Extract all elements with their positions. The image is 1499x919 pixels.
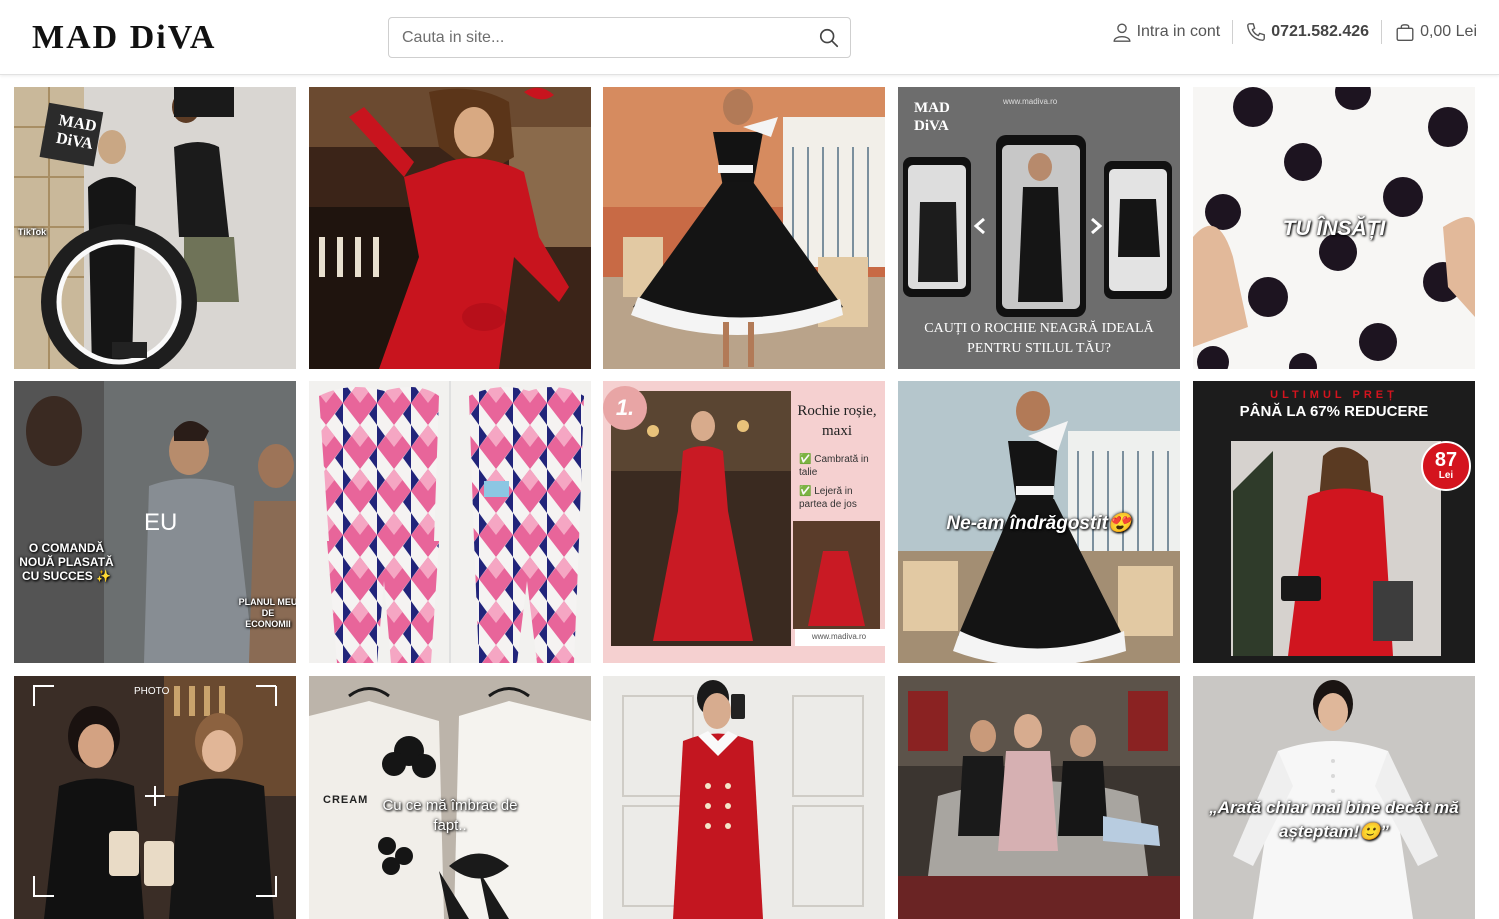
gallery-tile[interactable] <box>309 87 591 369</box>
gallery-tile[interactable]: CREAM Cu ce mă îmbrac de fapt.. <box>309 676 591 919</box>
gallery-tile[interactable] <box>309 381 591 663</box>
tile-caption: CAUȚI O ROCHIE NEAGRĂ IDEALĂ PENTRU STIL… <box>924 321 1154 356</box>
gallery-tile[interactable]: MAD DiVA TikTok <box>14 87 296 369</box>
phone-link[interactable]: 0721.582.426 <box>1245 21 1369 43</box>
divider <box>1232 20 1234 44</box>
tile-caption: „Arată chiar mai bine decât mă așteptam!… <box>1209 798 1459 841</box>
tile-site-text: www.madiva.ro <box>811 632 867 641</box>
tile-logo-text: MAD DiVA <box>54 111 98 153</box>
tile-caption: Cu ce mă îmbrac de fapt.. <box>382 797 518 834</box>
user-icon <box>1113 23 1131 42</box>
search-icon[interactable] <box>818 27 840 49</box>
price-value: 87 <box>1434 449 1458 471</box>
search-bar <box>388 17 851 58</box>
tile-image <box>14 676 296 919</box>
gallery-tile[interactable]: 1. Rochie roșie, maxi ✅ Cambrată in tali… <box>603 381 885 663</box>
phone-icon <box>1247 23 1266 41</box>
tile-image <box>898 676 1180 919</box>
tile-image <box>603 87 885 369</box>
tile-label: EU <box>144 509 178 536</box>
tile-label: PHOTO <box>134 686 170 697</box>
tile-image <box>1193 381 1475 663</box>
gallery-tile[interactable]: MAD DiVA www.madiva.ro CAUȚI O ROCHIE NE… <box>898 87 1180 369</box>
price-badge: 87 Lei <box>1421 441 1471 491</box>
gallery-tile[interactable]: EU O COMANDĂ NOUĂ PLASATĂ CU SUCCES ✨ PL… <box>14 381 296 663</box>
gallery-tile[interactable]: „Arată chiar mai bine decât mă așteptam!… <box>1193 676 1475 919</box>
tile-caption: Rochie roșie, maxi <box>797 403 877 439</box>
tile-caption: Ne-am îndrăgostit😍 <box>946 513 1132 534</box>
header-actions: Intra in cont 0721.582.426 0,00 Lei <box>1111 17 1477 47</box>
divider <box>1381 20 1383 44</box>
account-label: Intra in cont <box>1136 23 1221 40</box>
cart-total: 0,00 Lei <box>1420 23 1477 40</box>
tile-logo-text: MAD DiVA <box>914 100 950 134</box>
tile-image <box>603 676 885 919</box>
shopping-bag-icon <box>1396 24 1414 41</box>
tile-bullet: ✅ Cambrată in talie <box>799 454 869 478</box>
tile-label: PLANUL MEU DE ECONOMII <box>238 597 296 629</box>
tile-label: ULTIMUL PREȚ <box>1270 389 1398 401</box>
tile-caption: PÂNĂ LA 67% REDUCERE <box>1239 403 1429 420</box>
cart-link[interactable]: 0,00 Lei <box>1394 20 1477 44</box>
gallery-tile[interactable]: Ne-am îndrăgostit😍 <box>898 381 1180 663</box>
tile-caption: TU ÎNSĂȚI <box>1282 217 1386 240</box>
gallery-tile[interactable]: PHOTO <box>14 676 296 919</box>
tile-image <box>309 87 591 369</box>
gallery-tile[interactable]: ULTIMUL PREȚ PÂNĂ LA 67% REDUCERE 87 Lei <box>1193 381 1475 663</box>
search-input[interactable] <box>389 18 809 57</box>
gallery-tile[interactable]: TU ÎNSĂȚI <box>1193 87 1475 369</box>
tile-bullet: ✅ Lejeră in partea de jos <box>799 486 857 510</box>
brand-logo[interactable]: MAD DiVA <box>32 19 216 57</box>
gallery-tile[interactable] <box>898 676 1180 919</box>
phone-number: 0721.582.426 <box>1271 23 1370 40</box>
tile-site-text: www.madiva.ro <box>1003 97 1058 106</box>
tiktok-label: TikTok <box>18 227 47 237</box>
account-link[interactable]: Intra in cont <box>1111 20 1221 44</box>
gallery-tile[interactable] <box>603 676 885 919</box>
gallery-tile[interactable] <box>603 87 885 369</box>
tile-label: CREAM <box>323 794 369 806</box>
tile-number-badge: 1. <box>603 386 647 430</box>
tile-image <box>309 381 591 663</box>
site-header: MAD DiVA Intra in cont 0721.582.426 <box>0 0 1499 75</box>
price-currency: Lei <box>1438 470 1454 481</box>
tile-caption: O COMANDĂ NOUĂ PLASATĂ CU SUCCES ✨ <box>19 541 114 583</box>
